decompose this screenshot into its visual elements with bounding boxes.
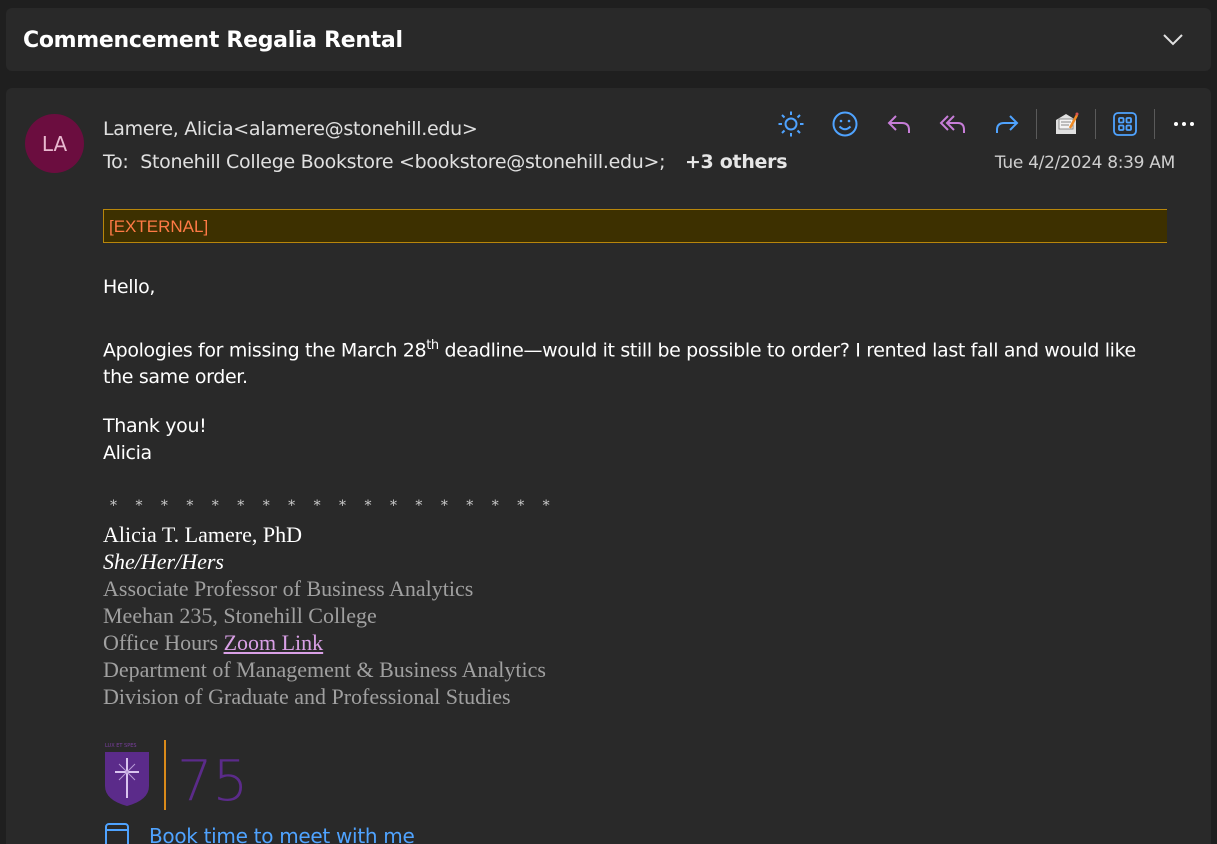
logo-75-text: 75 <box>177 749 243 814</box>
reply-icon[interactable] <box>872 106 926 142</box>
toolbar-divider <box>1154 109 1155 139</box>
svg-text:LUX ET SPES: LUX ET SPES <box>105 743 137 749</box>
subject-title: Commencement Regalia Rental <box>23 28 403 53</box>
toolbar-divider <box>1036 109 1037 139</box>
subject-bar: Commencement Regalia Rental <box>6 8 1211 71</box>
body-paragraph: Apologies for missing the March 28th dea… <box>103 332 1136 391</box>
forward-icon[interactable] <box>980 106 1034 142</box>
avatar[interactable]: LA <box>25 114 84 173</box>
body-text-part2: deadline—would it still be possible to o… <box>438 339 1137 362</box>
body-superscript: th <box>426 338 439 353</box>
timestamp: Tue 4/2/2024 8:39 AM <box>994 153 1175 173</box>
zoom-link[interactable]: Zoom Link <box>224 630 324 655</box>
greeting: Hello, <box>103 276 156 298</box>
more-icon[interactable] <box>1157 106 1211 142</box>
chevron-down-icon[interactable] <box>1161 28 1185 52</box>
body-text-part1: Apologies for missing the March 28 <box>103 339 427 362</box>
signature-pronouns: She/Her/Hers <box>103 549 224 574</box>
recipient[interactable]: Stonehill College Bookstore <bookstore@s… <box>140 151 665 173</box>
toolbar-divider <box>1095 109 1096 139</box>
others-count[interactable]: +3 others <box>685 151 788 173</box>
signature-office-hours: Office Hours Zoom Link <box>103 629 323 656</box>
signature-icon[interactable] <box>1039 106 1093 142</box>
external-tag: [EXTERNAL] <box>109 217 209 236</box>
signoff: Alicia <box>103 442 152 464</box>
signature-office: Meehan 235, Stonehill College <box>103 603 377 628</box>
apps-icon[interactable] <box>1098 106 1152 142</box>
reply-all-icon[interactable] <box>926 106 980 142</box>
calendar-icon <box>105 823 129 844</box>
body-text-line2: the same order. <box>103 366 248 389</box>
signature-division: Division of Graduate and Professional St… <box>103 684 511 709</box>
office-hours-label: Office Hours <box>103 630 224 655</box>
recipients-line: To: Stonehill College Bookstore <booksto… <box>103 151 788 173</box>
signature-department: Department of Management & Business Anal… <box>103 657 546 682</box>
signature-separator: * * * * * * * * * * * * * * * * * * <box>110 498 557 514</box>
thanks: Thank you! <box>103 415 207 437</box>
signature-name: Alicia T. Lamere, PhD <box>103 522 302 547</box>
message-toolbar <box>764 106 1211 142</box>
book-meeting-label[interactable]: Book time to meet with me <box>149 824 415 844</box>
signature-title: Associate Professor of Business Analytic… <box>103 576 474 601</box>
book-meeting-link[interactable]: Book time to meet with me <box>103 821 415 844</box>
college-logo: LUX ET SPES 75 <box>103 738 248 819</box>
external-banner: [EXTERNAL] <box>103 209 1167 243</box>
sender[interactable]: Lamere, Alicia<alamere@stonehill.edu> <box>103 118 478 140</box>
message-card: LA Lamere, Alicia<alamere@stonehill.edu>… <box>6 88 1211 844</box>
to-label: To: <box>103 151 129 173</box>
emoji-icon[interactable] <box>818 106 872 142</box>
sun-icon[interactable] <box>764 106 818 142</box>
